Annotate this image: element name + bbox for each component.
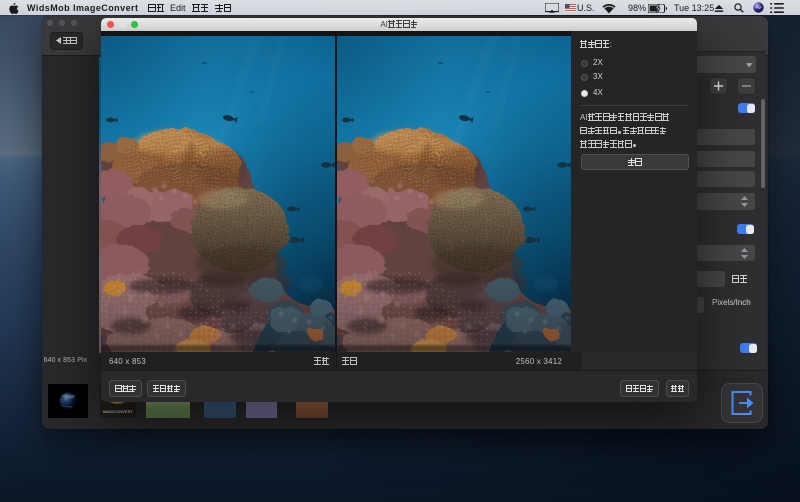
svg-text:MAGICONVERT: MAGICONVERT (103, 409, 133, 414)
